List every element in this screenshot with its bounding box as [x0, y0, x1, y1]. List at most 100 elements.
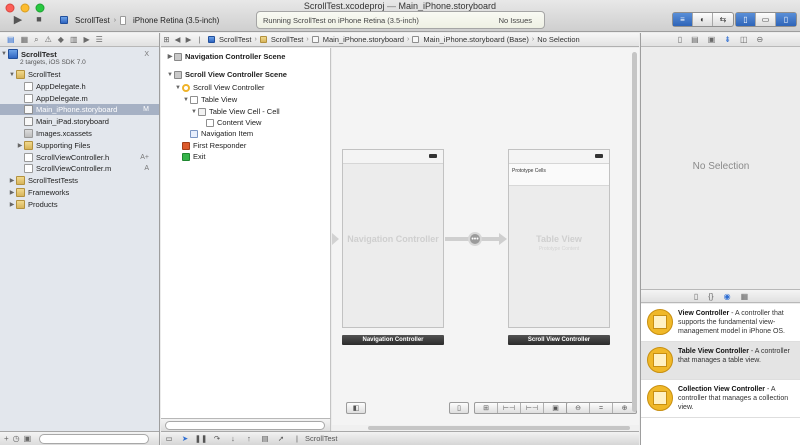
disclosure-triangle-icon[interactable]: ▶: [8, 189, 16, 196]
disclosure-triangle-icon[interactable]: ▼: [182, 97, 190, 103]
file-tree-item[interactable]: ▶ Products: [0, 199, 159, 210]
stop-button[interactable]: ■: [32, 11, 46, 27]
attributes-inspector-icon[interactable]: ⇟: [724, 35, 731, 44]
file-tree-item[interactable]: ▶ Frameworks: [0, 187, 159, 198]
disclosure-triangle-icon[interactable]: ▼: [166, 72, 174, 78]
navigation-controller-scene-label[interactable]: Navigation Controller: [342, 335, 444, 345]
breadcrumb-item[interactable]: ScrollTest: [216, 35, 255, 44]
outline-filter-input[interactable]: [165, 421, 325, 430]
utilities-toggle-icon[interactable]: ▯: [776, 13, 796, 26]
connections-inspector-icon[interactable]: ⊖: [757, 35, 764, 44]
file-tree-item[interactable]: ▶ ScrollTestTests: [0, 175, 159, 186]
disclosure-triangle-icon[interactable]: ▼: [190, 109, 198, 115]
navigator-filter-input[interactable]: [39, 433, 150, 444]
outline-item[interactable]: ▼ Scroll View Controller: [174, 82, 265, 93]
hide-debug-area-icon[interactable]: ▭: [161, 434, 177, 443]
editor-mode-control[interactable]: ≡ ◐ ⇆: [672, 12, 734, 27]
file-tree-item[interactable]: Main_iPad.storyboard: [0, 116, 159, 127]
scroll-view-controller-screen[interactable]: Prototype Cells Table View Prototype Con…: [508, 149, 610, 328]
prototype-cell[interactable]: Prototype Cells: [509, 164, 609, 186]
view-toggle-control[interactable]: ▯ ▭ ▯: [735, 12, 797, 27]
outline-item[interactable]: Exit: [174, 151, 206, 162]
segue-icon[interactable]: •••: [468, 232, 482, 246]
scrollbar-thumb[interactable]: [368, 426, 630, 430]
library-item[interactable]: View Controller - A controller that supp…: [641, 304, 800, 342]
file-tree-item[interactable]: ▼ ScrollTest: [0, 69, 159, 80]
run-button[interactable]: ▶: [10, 11, 26, 27]
resizing-icon[interactable]: ▣: [544, 403, 567, 413]
file-inspector-icon[interactable]: ▯: [678, 35, 682, 44]
issue-navigator-tab-icon[interactable]: ⚠: [45, 35, 52, 44]
file-tree-item[interactable]: AppDelegate.h: [0, 81, 159, 92]
debug-navigator-tab-icon[interactable]: ▥: [70, 35, 78, 44]
disclosure-triangle-icon[interactable]: ▼: [8, 72, 16, 78]
location-icon[interactable]: ➚: [273, 434, 289, 443]
debug-toggle-icon[interactable]: ▭: [756, 13, 776, 26]
project-navigator-tab-icon[interactable]: ▤: [7, 35, 15, 44]
file-tree-item[interactable]: ▶ Supporting Files: [0, 140, 159, 151]
outline-item[interactable]: ▼ Table View Cell - Cell: [190, 106, 280, 117]
step-in-icon[interactable]: ↓: [225, 434, 241, 443]
breakpoints-toggle-icon[interactable]: ➤: [177, 434, 193, 443]
file-tree-item[interactable]: AppDelegate.m: [0, 93, 159, 104]
zoom-out-icon[interactable]: ⊖: [567, 403, 590, 413]
outline-item[interactable]: Content View: [198, 117, 261, 128]
pin-icon[interactable]: ⊢⊣: [498, 403, 521, 413]
assistant-editor-icon[interactable]: ◐: [693, 13, 713, 26]
form-factor-button[interactable]: ▯: [449, 402, 469, 414]
navigator-toggle-icon[interactable]: ▯: [736, 13, 756, 26]
identity-inspector-icon[interactable]: ▣: [708, 35, 716, 44]
pause-icon[interactable]: ❚❚: [193, 434, 209, 443]
back-icon[interactable]: ◀: [172, 35, 183, 44]
breadcrumb-item[interactable]: ScrollTest: [268, 35, 307, 44]
disclosure-triangle-icon[interactable]: ▶: [166, 53, 174, 60]
outline-item[interactable]: ▶ Navigation Controller Scene: [166, 51, 286, 62]
filter-options-icon[interactable]: ▣: [24, 434, 32, 443]
disclosure-triangle-icon[interactable]: ▼: [174, 85, 182, 91]
navigation-controller-screen[interactable]: Navigation Controller: [342, 149, 444, 328]
related-items-icon[interactable]: ⊞: [161, 35, 172, 44]
media-library-icon[interactable]: ▦: [741, 292, 749, 301]
zoom-fit-icon[interactable]: =: [590, 403, 613, 413]
symbol-navigator-tab-icon[interactable]: ▦: [21, 35, 29, 44]
file-tree-item[interactable]: Main_iPhone.storyboard M: [0, 104, 159, 116]
breadcrumb-item[interactable]: Main_iPhone.storyboard: [320, 35, 407, 44]
disclosure-triangle-icon[interactable]: ▶: [16, 142, 24, 149]
outline-item[interactable]: Navigation Item: [182, 128, 253, 139]
breadcrumb-item[interactable]: Main_iPhone.storyboard (Base): [420, 35, 531, 44]
version-editor-icon[interactable]: ⇆: [713, 13, 733, 26]
quick-help-icon[interactable]: ▤: [691, 35, 699, 44]
library-item[interactable]: Table View Controller - A controller tha…: [641, 342, 800, 380]
outline-item[interactable]: First Responder: [174, 140, 246, 151]
disclosure-triangle-icon[interactable]: ▼: [0, 51, 8, 57]
recent-files-icon[interactable]: ◷: [13, 434, 20, 443]
breakpoint-navigator-tab-icon[interactable]: ▶: [84, 35, 90, 44]
breadcrumb-item[interactable]: No Selection: [534, 35, 583, 44]
file-template-library-icon[interactable]: ▯: [694, 292, 698, 301]
find-navigator-tab-icon[interactable]: ⌕: [34, 35, 38, 45]
disclosure-triangle-icon[interactable]: ▶: [8, 177, 16, 184]
standard-editor-icon[interactable]: ≡: [673, 13, 693, 26]
size-inspector-icon[interactable]: ◫: [740, 35, 748, 44]
add-icon[interactable]: +: [4, 434, 9, 443]
show-outline-button[interactable]: ◧: [346, 402, 366, 414]
code-snippet-library-icon[interactable]: {}: [708, 292, 713, 301]
disclosure-triangle-icon[interactable]: ▶: [8, 201, 16, 208]
library-item[interactable]: Collection View Controller - A controlle…: [641, 380, 800, 418]
outline-item[interactable]: ▼ Scroll View Controller Scene: [166, 69, 287, 80]
view-debugging-icon[interactable]: ▤: [257, 434, 273, 443]
file-tree-item[interactable]: Images.xcassets: [0, 128, 159, 139]
step-out-icon[interactable]: ↑: [241, 434, 257, 443]
align-icon[interactable]: ⊞: [475, 403, 498, 413]
scroll-view-controller-scene-label[interactable]: Scroll View Controller: [508, 335, 610, 345]
file-tree-item[interactable]: ScrollViewController.h A+: [0, 152, 159, 163]
file-tree-item[interactable]: ScrollViewController.m A: [0, 163, 159, 174]
debug-target[interactable]: ScrollTest: [305, 434, 338, 443]
scheme-selector[interactable]: ScrollTest › iPhone Retina (3.5-inch): [60, 13, 219, 27]
step-over-icon[interactable]: ↷: [209, 434, 225, 443]
canvas-vertical-scrollbar[interactable]: [632, 52, 637, 412]
resolve-icon[interactable]: ⊢⊣: [521, 403, 544, 413]
outline-item[interactable]: ▼ Table View: [182, 94, 237, 105]
test-navigator-tab-icon[interactable]: ◆: [58, 35, 64, 44]
object-library-icon[interactable]: ◉: [724, 292, 731, 301]
